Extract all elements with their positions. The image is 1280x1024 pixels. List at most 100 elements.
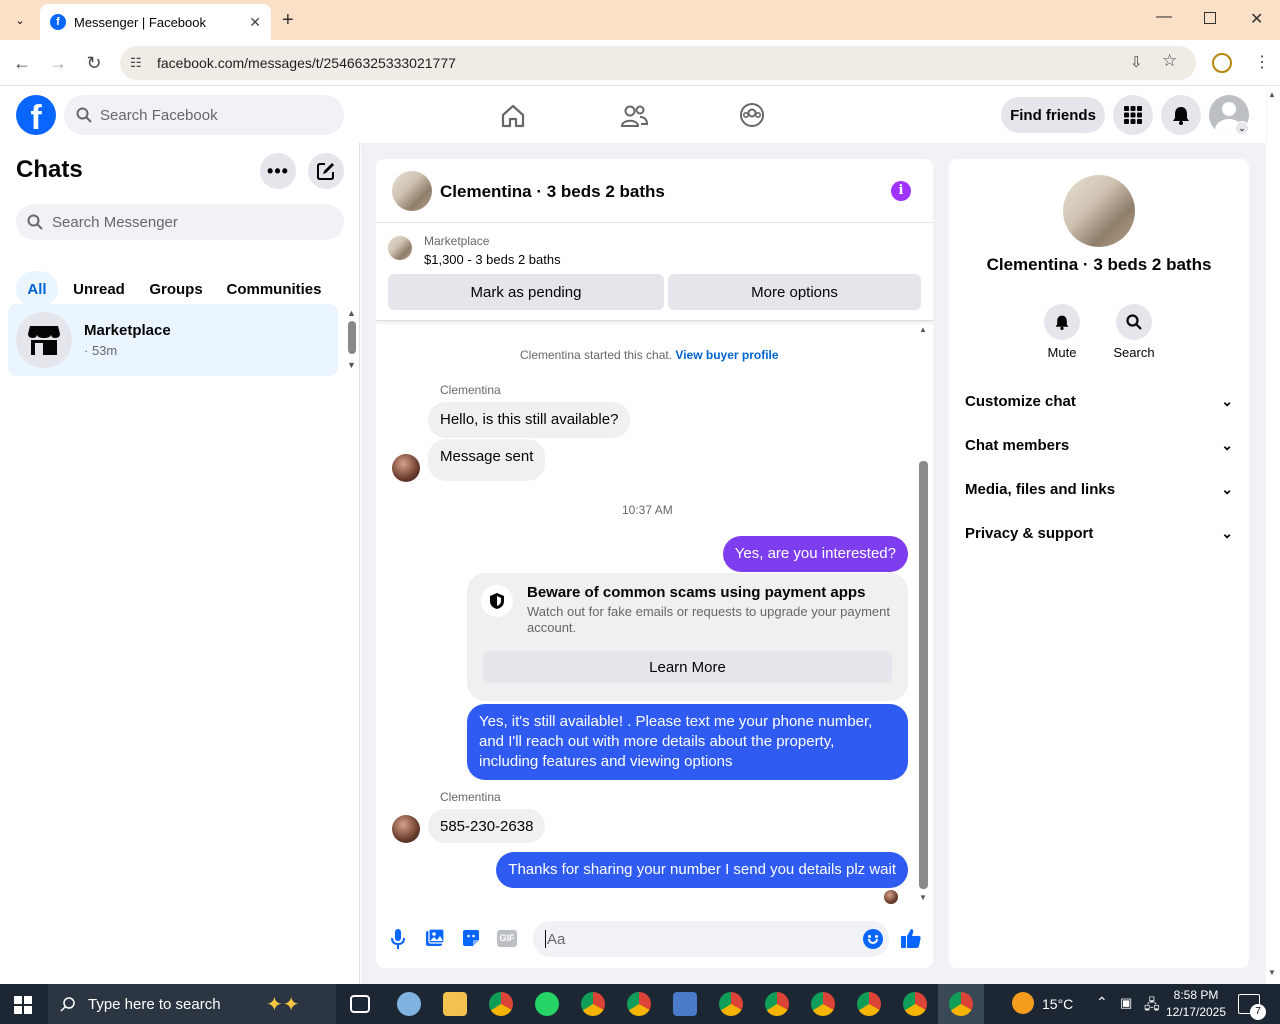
- restore-icon[interactable]: [1204, 12, 1216, 24]
- scroll-down-arrow-icon[interactable]: ▼: [919, 893, 927, 902]
- find-friends-button[interactable]: Find friends: [1001, 97, 1105, 133]
- menu-grid-button[interactable]: [1113, 95, 1153, 135]
- chrome-profile-icon[interactable]: [857, 992, 881, 1016]
- messenger-search-input[interactable]: Search Messenger: [16, 204, 344, 240]
- microphone-icon[interactable]: [390, 928, 406, 950]
- photo-icon[interactable]: [425, 928, 445, 948]
- browser-tab[interactable]: f Messenger | Facebook ✕: [40, 4, 271, 40]
- chrome-icon[interactable]: [489, 992, 513, 1016]
- minimize-icon[interactable]: —: [1156, 8, 1172, 26]
- app-paint-icon[interactable]: [397, 992, 421, 1016]
- info-title: Clementina · 3 beds 2 baths: [986, 255, 1212, 274]
- reload-icon[interactable]: ↻: [82, 51, 106, 75]
- scam-card-body: Watch out for fake emails or requests to…: [527, 604, 890, 635]
- notifications-button[interactable]: [1161, 95, 1201, 135]
- view-buyer-profile-link[interactable]: View buyer profile: [675, 348, 778, 362]
- info-icon[interactable]: i: [891, 181, 911, 201]
- scroll-up-arrow-icon[interactable]: ▲: [347, 308, 356, 318]
- friends-icon[interactable]: [620, 103, 648, 129]
- outgoing-message[interactable]: Thanks for sharing your number I send yo…: [496, 852, 908, 888]
- new-tab-icon[interactable]: +: [282, 9, 294, 32]
- chrome-profile-icon[interactable]: [811, 992, 835, 1016]
- outgoing-message[interactable]: Yes, are you interested?: [722, 536, 908, 572]
- incoming-message[interactable]: 585-230-2638: [428, 809, 546, 843]
- like-thumbs-up-icon[interactable]: [900, 927, 922, 949]
- back-icon[interactable]: ←: [10, 51, 34, 75]
- mark-as-pending-button[interactable]: Mark as pending: [388, 274, 664, 310]
- weather-icon[interactable]: [1012, 992, 1034, 1014]
- chrome-icon[interactable]: [719, 992, 743, 1016]
- facebook-search-input[interactable]: Search Facebook: [64, 95, 344, 135]
- home-icon[interactable]: [500, 103, 526, 129]
- scroll-up-arrow-icon[interactable]: ▲: [919, 325, 927, 334]
- clock-date[interactable]: 12/17/2025: [1160, 1005, 1232, 1019]
- chat-item-name: Marketplace: [84, 322, 171, 339]
- task-view-icon[interactable]: [350, 995, 370, 1013]
- search-in-chat-button[interactable]: [1116, 304, 1152, 340]
- mute-button[interactable]: [1044, 304, 1080, 340]
- filter-tab-unread[interactable]: Unread: [66, 271, 132, 307]
- browser-toolbar: ← → ↻ ☷ facebook.com/messages/t/25466325…: [0, 40, 1280, 86]
- meet-now-icon[interactable]: ▣: [1120, 995, 1132, 1011]
- taskbar-search-box[interactable]: Type here to search ✦✦: [48, 984, 336, 1024]
- tab-search-chevron-icon[interactable]: ⌄: [8, 10, 32, 30]
- scroll-down-arrow-icon[interactable]: ▼: [347, 360, 356, 370]
- temperature[interactable]: 15°C: [1042, 996, 1073, 1012]
- facebook-logo-icon[interactable]: f: [16, 95, 56, 135]
- filter-tab-groups[interactable]: Groups: [142, 271, 210, 307]
- message-input[interactable]: Aa: [533, 921, 889, 957]
- outgoing-message[interactable]: Yes, it's still available! . Please text…: [467, 704, 908, 780]
- chats-scrollbar-thumb[interactable]: [348, 321, 356, 354]
- chat-list-item[interactable]: Marketplace · 53m: [8, 304, 338, 376]
- install-app-icon[interactable]: ⇩: [1130, 53, 1143, 71]
- incoming-message[interactable]: Hello, is this still available?: [428, 402, 631, 438]
- profile-icon[interactable]: [1212, 53, 1232, 73]
- conversation-title[interactable]: Clementina · 3 beds 2 baths: [440, 182, 665, 202]
- network-icon[interactable]: 🖧: [1144, 994, 1160, 1018]
- site-info-icon[interactable]: ☷: [130, 55, 142, 71]
- app-monitor-icon[interactable]: [673, 992, 697, 1016]
- active-app-highlight[interactable]: [938, 984, 984, 1024]
- page-scroll-up-icon[interactable]: ▲: [1268, 90, 1276, 99]
- conversation-scrollbar-thumb[interactable]: [919, 461, 928, 889]
- sticker-icon[interactable]: [461, 928, 481, 948]
- section-label: Chat members: [965, 436, 1070, 454]
- tab-close-icon[interactable]: ✕: [249, 14, 261, 31]
- listing-summary[interactable]: $1,300 - 3 beds 2 baths: [424, 252, 561, 267]
- conversation-avatar[interactable]: [392, 171, 432, 211]
- page-scroll-down-icon[interactable]: ▼: [1268, 968, 1276, 977]
- info-avatar[interactable]: [1063, 175, 1135, 247]
- groups-icon[interactable]: [739, 102, 765, 128]
- system-tray-chevron-icon[interactable]: ⌃: [1096, 994, 1108, 1011]
- more-options-button[interactable]: More options: [668, 274, 921, 310]
- filter-tab-communities[interactable]: Communities: [220, 271, 328, 307]
- customize-chat-section[interactable]: Customize chat ⌄: [965, 389, 1233, 413]
- whatsapp-icon[interactable]: [535, 992, 559, 1016]
- filter-tab-all[interactable]: All: [16, 271, 58, 307]
- gif-icon[interactable]: GIF: [497, 930, 517, 947]
- bookmark-star-icon[interactable]: ☆: [1162, 51, 1177, 71]
- chat-members-section[interactable]: Chat members ⌄: [965, 433, 1233, 457]
- chrome-profile-icon[interactable]: [627, 992, 651, 1016]
- learn-more-button[interactable]: Learn More: [483, 651, 892, 683]
- media-files-links-section[interactable]: Media, files and links ⌄: [965, 477, 1233, 501]
- file-explorer-icon[interactable]: [443, 992, 467, 1016]
- mute-label: Mute: [1047, 345, 1077, 360]
- new-message-button[interactable]: [308, 153, 344, 189]
- windows-start-icon[interactable]: [14, 996, 32, 1014]
- incoming-message[interactable]: Message sent: [428, 439, 546, 481]
- emoji-icon[interactable]: [863, 929, 883, 949]
- chat-started-notice: Clementina started this chat. View buyer…: [520, 348, 779, 362]
- chrome-profile-icon[interactable]: [765, 992, 789, 1016]
- chat-options-button[interactable]: •••: [260, 153, 296, 189]
- address-bar[interactable]: ☷ facebook.com/messages/t/25466325333021…: [120, 46, 1196, 80]
- account-chevron-icon[interactable]: ⌄: [1235, 121, 1249, 135]
- chrome-profile-icon[interactable]: [581, 992, 605, 1016]
- browser-menu-icon[interactable]: ⋮: [1254, 52, 1270, 72]
- clock-time[interactable]: 8:58 PM: [1166, 988, 1226, 1002]
- forward-icon[interactable]: →: [46, 51, 70, 75]
- privacy-support-section[interactable]: Privacy & support ⌄: [965, 521, 1233, 545]
- close-window-icon[interactable]: ✕: [1250, 9, 1263, 29]
- chrome-profile-icon[interactable]: [903, 992, 927, 1016]
- seen-indicator-avatar: [884, 890, 898, 904]
